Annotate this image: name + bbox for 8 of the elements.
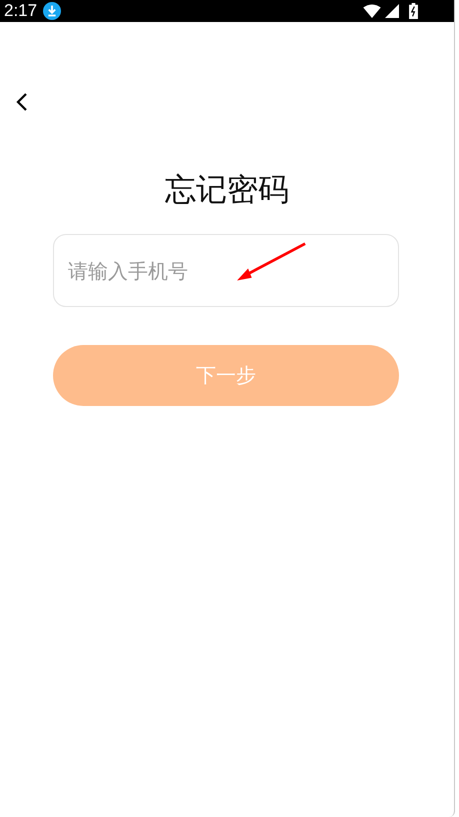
battery-icon <box>409 3 418 19</box>
wifi-icon <box>363 4 381 18</box>
signal-icon <box>385 4 399 18</box>
page-title: 忘记密码 <box>165 172 289 208</box>
clock: 2:17 <box>4 1 38 21</box>
download-icon <box>43 2 62 20</box>
phone-input-field[interactable]: 请输入手机号 <box>53 234 399 307</box>
back-icon <box>16 92 28 112</box>
